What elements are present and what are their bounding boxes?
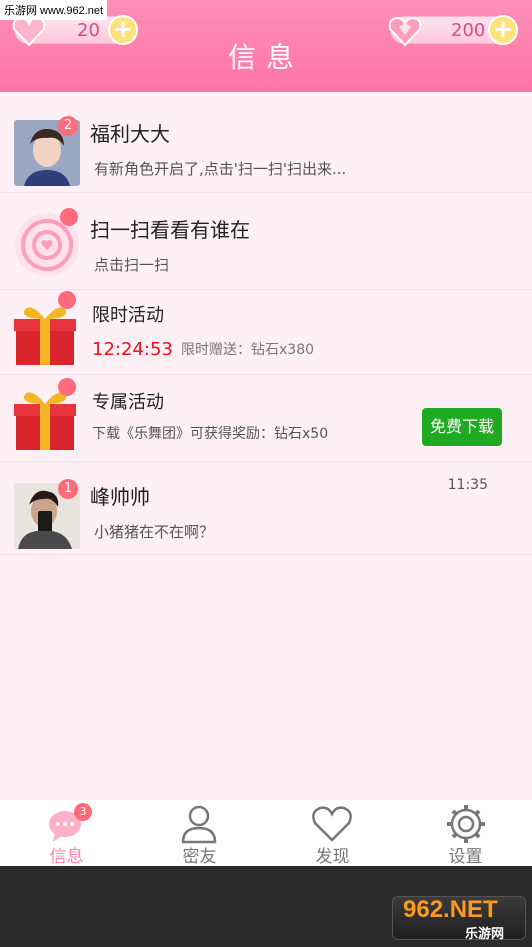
free-download-button[interactable]: 免费下载 — [422, 408, 502, 446]
watermark-logo-text: 962.NET — [403, 896, 498, 923]
unread-dot — [58, 378, 76, 396]
bottom-nav: 3 信息 密友 发现 设置 — [0, 800, 532, 867]
tab-friends[interactable]: 密友 — [133, 800, 266, 867]
list-item[interactable]: 1 峰帅帅 11:35 小猪猪在不在啊？ — [0, 463, 532, 555]
watermark-logo-sub: 乐游网 — [465, 926, 505, 941]
nav-unread-badge: 3 — [74, 803, 92, 821]
item-subtitle: 限时赠送：钻石x380 — [181, 342, 315, 358]
item-subtitle: 点击扫一扫 — [94, 256, 170, 274]
item-subtitle: 下载《乐舞团》可获得奖励：钻石x50 — [92, 426, 329, 442]
gear-icon — [447, 805, 485, 843]
item-title: 限时活动 — [92, 305, 164, 326]
list-item[interactable]: 2 福利大大 有新角色开启了,点击'扫一扫'扫出来... — [0, 92, 532, 193]
watermark-top: 乐游网 www.962.net — [0, 0, 108, 20]
tab-label: 信息 — [49, 847, 84, 867]
tab-settings[interactable]: 设置 — [399, 800, 532, 867]
countdown-timer: 12:24:53 — [92, 339, 173, 360]
list-item[interactable]: 限时活动 12:24:53 限时赠送：钻石x380 — [0, 291, 532, 375]
watermark-logo: 962.NET 乐游网 — [392, 896, 526, 941]
tab-discover[interactable]: 发现 — [266, 800, 399, 867]
heart-icon — [312, 806, 352, 842]
item-title: 峰帅帅 — [90, 485, 150, 509]
list-item[interactable]: 扫一扫看看有谁在 点击扫一扫 — [0, 194, 532, 290]
tab-label: 设置 — [448, 847, 483, 867]
tab-messages[interactable]: 3 信息 — [0, 800, 133, 867]
unread-badge: 1 — [58, 479, 78, 499]
item-subtitle: 小猪猪在不在啊？ — [94, 523, 215, 541]
tab-label: 发现 — [315, 847, 350, 867]
item-title: 扫一扫看看有谁在 — [90, 218, 250, 242]
item-title: 专属活动 — [92, 392, 164, 413]
unread-dot — [58, 291, 76, 309]
item-subtitle: 有新角色开启了,点击'扫一扫'扫出来... — [94, 160, 347, 178]
item-time: 11:35 — [447, 477, 488, 493]
unread-badge: 2 — [58, 116, 78, 136]
item-title: 福利大大 — [90, 122, 170, 146]
tab-label: 密友 — [182, 847, 217, 867]
unread-dot — [60, 208, 78, 226]
page-title: 信息 — [227, 41, 304, 74]
person-icon — [181, 805, 217, 844]
list-item[interactable]: 专属活动 下载《乐舞团》可获得奖励：钻石x50 免费下载 — [0, 376, 532, 462]
